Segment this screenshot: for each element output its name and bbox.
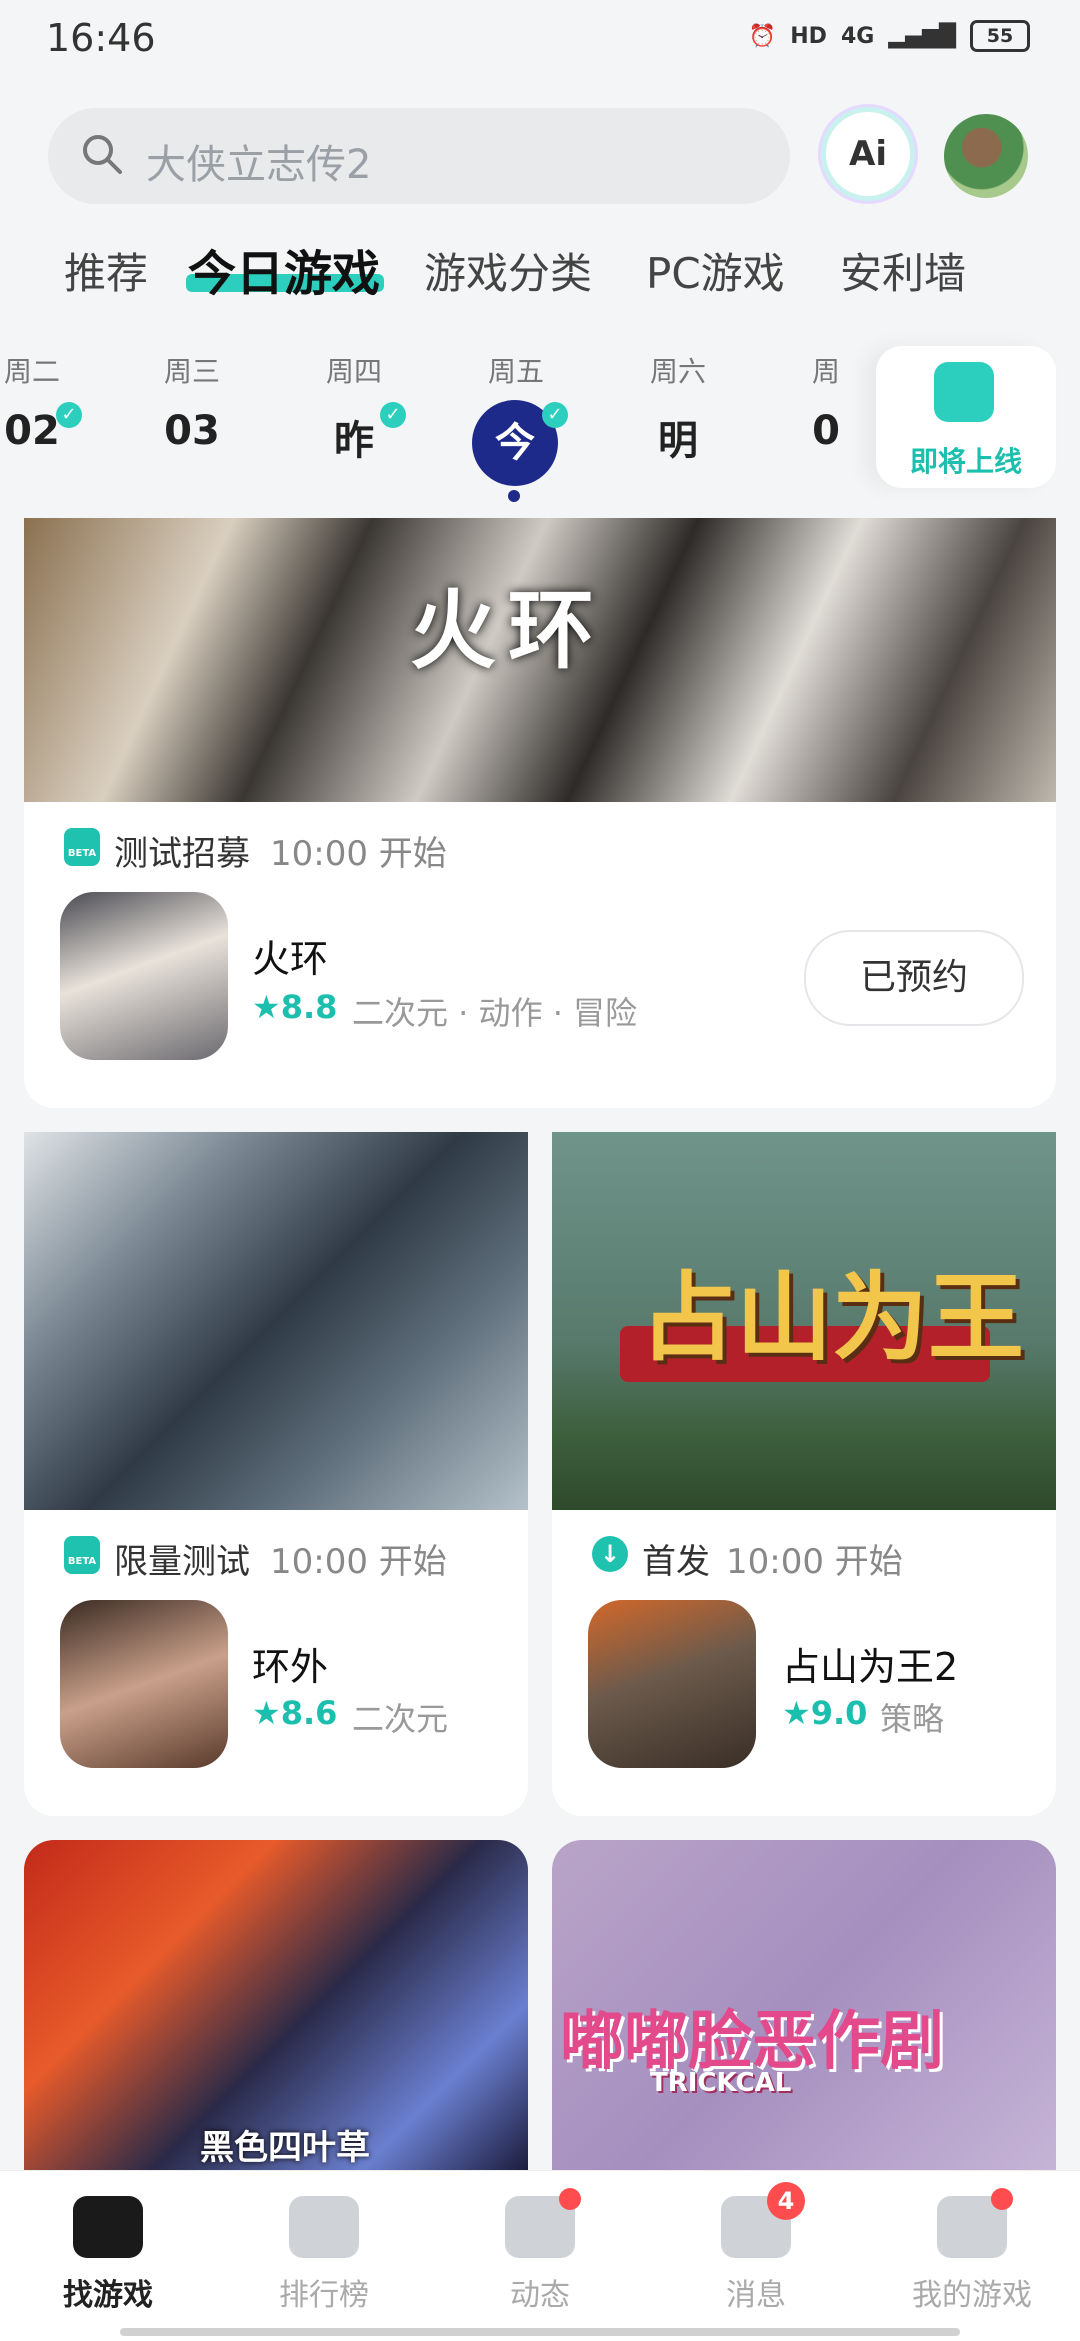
upcoming-label: 即将上线 xyxy=(909,445,1022,478)
check-icon: ✓ xyxy=(56,402,82,428)
feed-icon xyxy=(505,2188,581,2258)
nav-rankings[interactable]: 排行榜 xyxy=(216,2196,432,2314)
my-games-icon xyxy=(937,2188,1013,2258)
beta-badge: BETA xyxy=(64,828,100,866)
game-icon[interactable] xyxy=(588,1600,756,1768)
day-label: 周四 xyxy=(325,355,382,388)
status-time: 16:46 xyxy=(46,16,156,60)
notification-dot xyxy=(991,2188,1013,2210)
home-indicator xyxy=(120,2328,960,2336)
star-icon: ★ xyxy=(252,1694,281,1732)
selected-day-dot xyxy=(508,490,520,502)
nav-feed[interactable]: 动态 xyxy=(432,2188,648,2314)
day-label: 周五 xyxy=(487,355,544,388)
avatar[interactable] xyxy=(944,114,1028,198)
nav-my-games[interactable]: 我的游戏 xyxy=(864,2188,1080,2314)
event-type: 限量测试 xyxy=(114,1542,250,1582)
status-icons: ⏰ HD 4G ▂▄▆█ 55 xyxy=(749,20,1030,52)
game-icon[interactable] xyxy=(60,892,228,1060)
rating-value: 8.6 xyxy=(280,1694,338,1732)
nav-label: 我的游戏 xyxy=(912,2278,1032,2313)
event-type: 测试招募 xyxy=(114,834,250,874)
game-name[interactable]: 占山为王2 xyxy=(782,1636,958,1691)
alarm-icon: ⏰ xyxy=(748,23,777,49)
hd-label: HD xyxy=(790,23,827,49)
messages-icon: 4 xyxy=(721,2182,805,2258)
rating: ★8.6 xyxy=(252,1694,337,1732)
nav-label: 消息 xyxy=(726,2278,786,2313)
notification-dot xyxy=(559,2188,581,2210)
nav-messages[interactable]: 4 消息 xyxy=(648,2182,864,2314)
rankings-icon xyxy=(289,2196,359,2258)
search-placeholder: 大侠立志传2 xyxy=(146,142,372,188)
tab-pc-games[interactable]: PC游戏 xyxy=(646,240,785,301)
event-time: 10:00 开始 xyxy=(726,1542,903,1582)
game-icon[interactable] xyxy=(60,1600,228,1768)
network-label: 4G xyxy=(840,23,875,49)
banner-title: 占山为王 xyxy=(640,1262,1024,1374)
find-games-icon xyxy=(73,2196,143,2258)
event-time: 10:00 开始 xyxy=(270,1542,447,1582)
star-icon: ★ xyxy=(782,1694,811,1732)
check-icon: ✓ xyxy=(542,402,568,428)
check-icon: ✓ xyxy=(380,402,406,428)
tab-recommend-wall[interactable]: 安利墙 xyxy=(840,240,966,301)
download-icon: ↓ xyxy=(592,1536,628,1572)
rating: ★9.0 xyxy=(782,1694,867,1732)
day-number[interactable]: 明 xyxy=(628,408,728,466)
ai-assistant-button[interactable]: Ai xyxy=(826,112,910,196)
game-name[interactable]: 火环 xyxy=(252,928,328,983)
day-number[interactable]: 0 xyxy=(776,408,876,454)
game-tags: 策略 xyxy=(880,1700,945,1738)
day-label: 周 xyxy=(811,355,840,388)
star-icon: ★ xyxy=(252,988,281,1026)
rating: ★8.8 xyxy=(252,988,337,1026)
nav-label: 找游戏 xyxy=(63,2278,153,2313)
event-type: 首发 xyxy=(642,1542,710,1582)
message-count-badge: 4 xyxy=(767,2182,805,2220)
banner-title: 黑色四叶草 xyxy=(200,2128,370,2168)
beta-badge: BETA xyxy=(64,1536,100,1574)
nav-label: 动态 xyxy=(510,2278,570,2313)
nav-label: 排行榜 xyxy=(279,2278,369,2313)
game-tags: 二次元 · 动作 · 冒险 xyxy=(352,994,638,1032)
day-label: 周六 xyxy=(649,355,706,388)
game-tags: 二次元 xyxy=(352,1700,449,1738)
rating-value: 9.0 xyxy=(810,1694,868,1732)
tab-today-games[interactable]: 今日游戏 xyxy=(188,234,380,304)
signal-icon: ▂▄▆█ xyxy=(888,23,956,49)
search-icon xyxy=(83,135,122,174)
tab-recommend[interactable]: 推荐 xyxy=(64,240,148,301)
banner-title: 火环 xyxy=(410,581,606,681)
banner-subtitle: TRICKCAL xyxy=(650,2068,792,2098)
game-name[interactable]: 环外 xyxy=(252,1636,328,1691)
rating-value: 8.8 xyxy=(280,988,338,1026)
day-number[interactable]: 03 xyxy=(142,408,242,454)
nav-find-games[interactable]: 找游戏 xyxy=(0,2196,216,2314)
game-banner[interactable] xyxy=(24,1132,528,1510)
tab-categories[interactable]: 游戏分类 xyxy=(424,240,592,301)
event-time: 10:00 开始 xyxy=(270,834,447,874)
battery-icon: 55 xyxy=(970,20,1030,52)
calendar-icon xyxy=(934,362,994,422)
reserved-button[interactable]: 已预约 xyxy=(804,930,1024,1026)
day-label: 周二 xyxy=(3,355,60,388)
day-label: 周三 xyxy=(163,355,220,388)
